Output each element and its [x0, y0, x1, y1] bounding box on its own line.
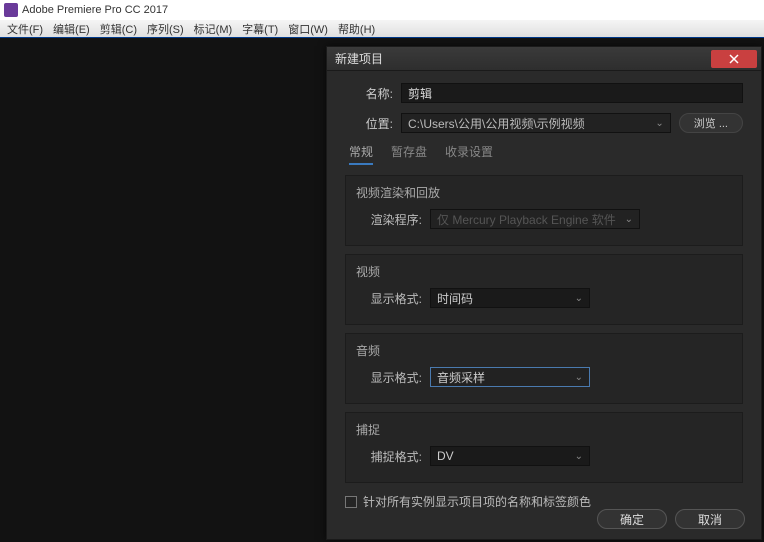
- location-dropdown[interactable]: C:\Users\公用\公用视频\示例视频 ⌄: [401, 113, 671, 133]
- tab-scratch-disks[interactable]: 暂存盘: [391, 143, 427, 165]
- section-video-title: 视频: [356, 263, 732, 280]
- menu-help[interactable]: 帮助(H): [333, 21, 380, 37]
- audio-format-row: 显示格式: 音频采样 ⌄: [356, 367, 732, 387]
- cancel-button[interactable]: 取消: [675, 509, 745, 529]
- dialog-close-button[interactable]: [711, 50, 757, 68]
- browse-label: 浏览 ...: [694, 115, 728, 131]
- audio-format-label: 显示格式:: [356, 369, 422, 386]
- section-audio: 音频 显示格式: 音频采样 ⌄: [345, 333, 743, 404]
- renderer-label: 渲染程序:: [356, 211, 422, 228]
- app-titlebar: Adobe Premiere Pro CC 2017: [0, 0, 764, 20]
- dialog-titlebar: 新建项目: [327, 47, 761, 71]
- menu-window[interactable]: 窗口(W): [283, 21, 333, 37]
- section-render-title: 视频渲染和回放: [356, 184, 732, 201]
- renderer-value: 仅 Mercury Playback Engine 软件: [437, 211, 616, 228]
- chevron-down-icon: ⌄: [625, 214, 633, 225]
- dialog-tabs: 常规 暂存盘 收录设置: [345, 143, 743, 165]
- menu-title[interactable]: 字幕(T): [237, 21, 283, 37]
- capture-format-row: 捕捉格式: DV ⌄: [356, 446, 732, 466]
- renderer-dropdown: 仅 Mercury Playback Engine 软件 ⌄: [430, 209, 640, 229]
- section-video-render: 视频渲染和回放 渲染程序: 仅 Mercury Playback Engine …: [345, 175, 743, 246]
- capture-format-label: 捕捉格式:: [356, 448, 422, 465]
- app-title: Adobe Premiere Pro CC 2017: [22, 4, 168, 16]
- chevron-down-icon: ⌄: [575, 293, 583, 304]
- name-label: 名称:: [345, 85, 393, 102]
- name-row: 名称:: [345, 83, 743, 103]
- video-format-dropdown[interactable]: 时间码 ⌄: [430, 288, 590, 308]
- menu-clip[interactable]: 剪辑(C): [95, 21, 142, 37]
- section-audio-title: 音频: [356, 342, 732, 359]
- display-name-label-row[interactable]: 针对所有实例显示项目项的名称和标签颜色: [345, 493, 743, 510]
- dialog-footer: 确定 取消: [597, 509, 745, 529]
- chevron-down-icon: ⌄: [575, 372, 583, 383]
- video-format-label: 显示格式:: [356, 290, 422, 307]
- video-format-row: 显示格式: 时间码 ⌄: [356, 288, 732, 308]
- new-project-dialog: 新建项目 名称: 位置: C:\Users\公用\公用视频\示例视频 ⌄ 浏览 …: [326, 46, 762, 540]
- close-icon: [729, 54, 739, 64]
- menu-bar: 文件(F) 编辑(E) 剪辑(C) 序列(S) 标记(M) 字幕(T) 窗口(W…: [0, 20, 764, 38]
- cancel-label: 取消: [698, 511, 722, 528]
- display-name-label-checkbox[interactable]: [345, 496, 357, 508]
- section-capture: 捕捉 捕捉格式: DV ⌄: [345, 412, 743, 483]
- capture-format-value: DV: [437, 449, 454, 463]
- chevron-down-icon: ⌄: [655, 118, 663, 129]
- location-row: 位置: C:\Users\公用\公用视频\示例视频 ⌄ 浏览 ...: [345, 113, 743, 133]
- menu-marker[interactable]: 标记(M): [189, 21, 238, 37]
- audio-format-value: 音频采样: [437, 369, 485, 386]
- chevron-down-icon: ⌄: [575, 451, 583, 462]
- audio-format-dropdown[interactable]: 音频采样 ⌄: [430, 367, 590, 387]
- tab-general[interactable]: 常规: [349, 143, 373, 165]
- renderer-row: 渲染程序: 仅 Mercury Playback Engine 软件 ⌄: [356, 209, 732, 229]
- project-name-input[interactable]: [401, 83, 743, 103]
- app-icon: [4, 3, 18, 17]
- ok-button[interactable]: 确定: [597, 509, 667, 529]
- tab-ingest-settings[interactable]: 收录设置: [445, 143, 493, 165]
- section-video: 视频 显示格式: 时间码 ⌄: [345, 254, 743, 325]
- menu-edit[interactable]: 编辑(E): [48, 21, 95, 37]
- location-value: C:\Users\公用\公用视频\示例视频: [408, 115, 585, 132]
- location-label: 位置:: [345, 115, 393, 132]
- browse-button[interactable]: 浏览 ...: [679, 113, 743, 133]
- capture-format-dropdown[interactable]: DV ⌄: [430, 446, 590, 466]
- video-format-value: 时间码: [437, 290, 473, 307]
- dialog-body: 名称: 位置: C:\Users\公用\公用视频\示例视频 ⌄ 浏览 ... 常…: [327, 71, 761, 518]
- dialog-title: 新建项目: [335, 50, 383, 67]
- display-name-label-text: 针对所有实例显示项目项的名称和标签颜色: [363, 493, 591, 510]
- ok-label: 确定: [620, 511, 644, 528]
- menu-file[interactable]: 文件(F): [2, 21, 48, 37]
- section-capture-title: 捕捉: [356, 421, 732, 438]
- menu-sequence[interactable]: 序列(S): [142, 21, 189, 37]
